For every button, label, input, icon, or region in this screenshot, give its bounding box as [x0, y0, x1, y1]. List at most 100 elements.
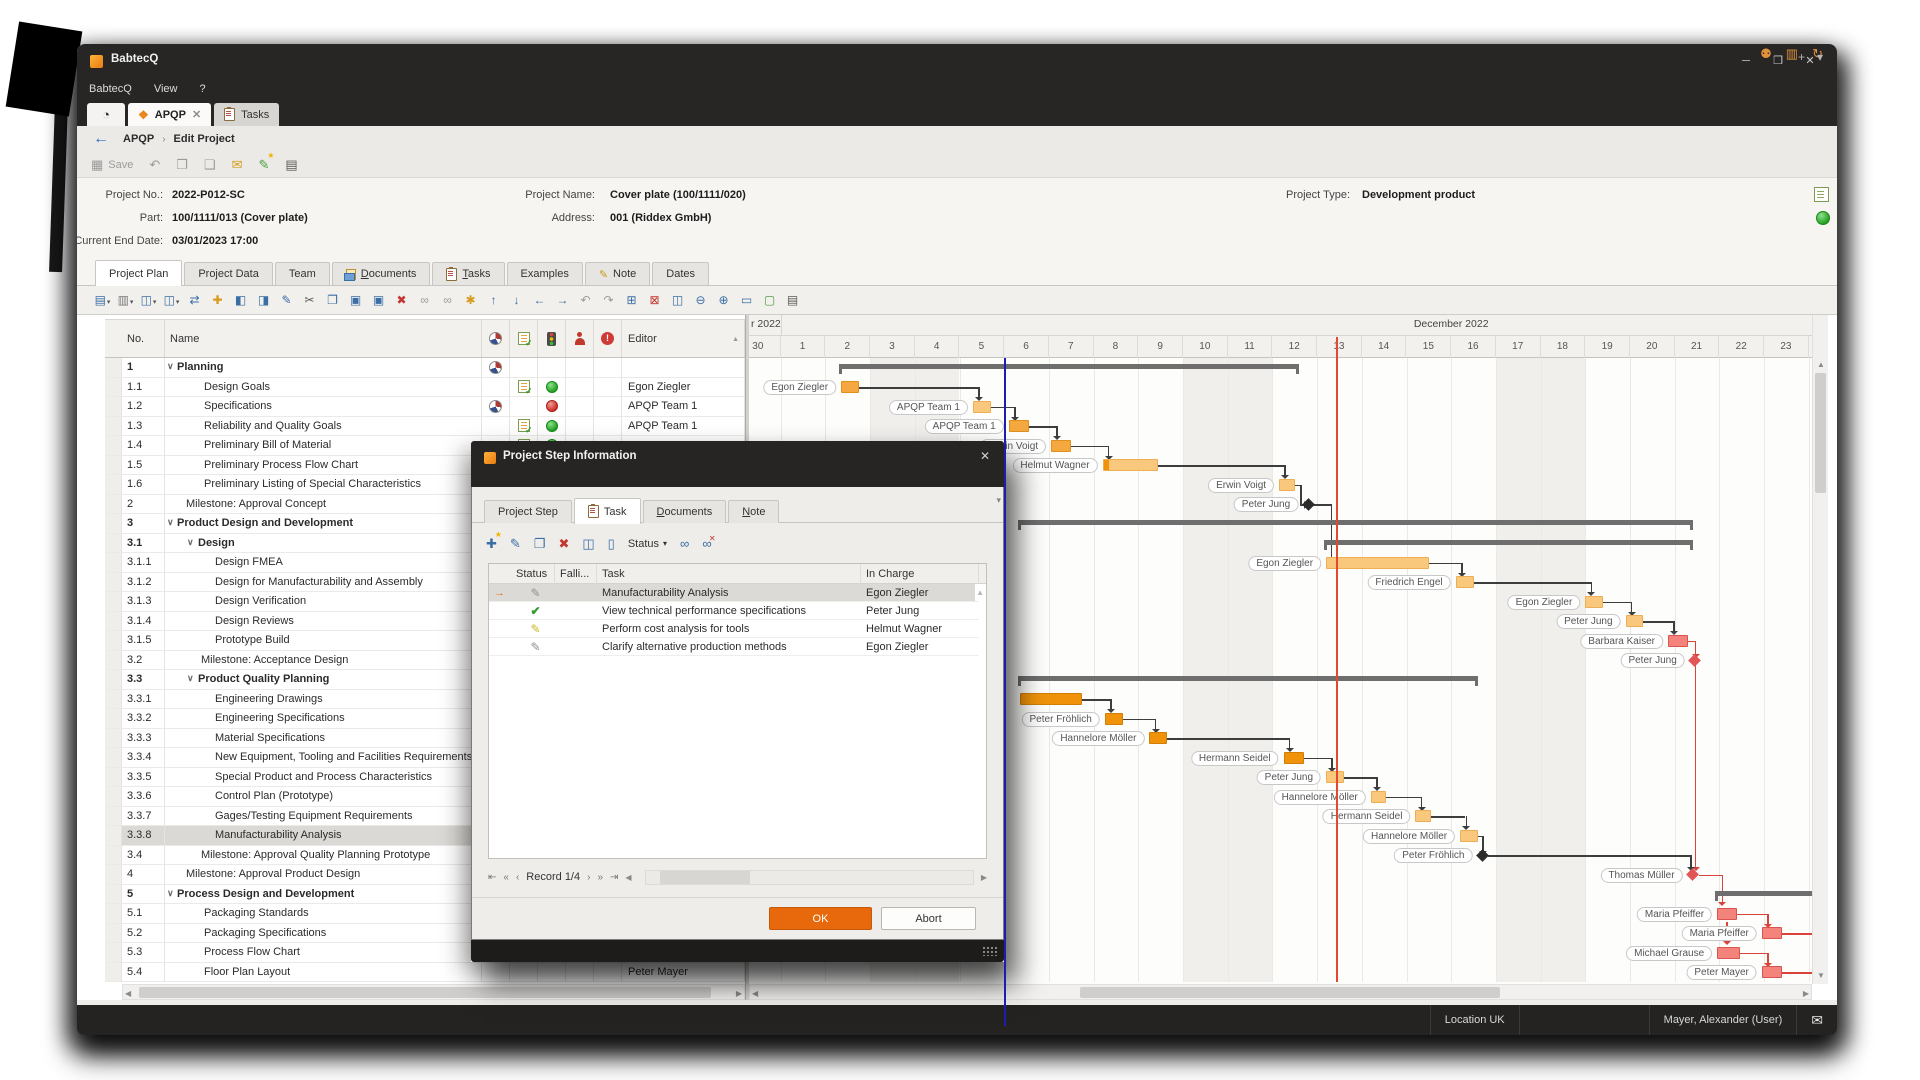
- tab-documents[interactable]: Documents: [332, 262, 431, 285]
- move-left-icon[interactable]: ←: [528, 293, 551, 307]
- link-icon[interactable]: ∞: [413, 293, 436, 307]
- tab-list-icon[interactable]: ▾: [1817, 50, 1823, 64]
- undo-icon[interactable]: ↶: [574, 293, 597, 307]
- task-bar[interactable]: [1279, 479, 1295, 491]
- delete-task-icon[interactable]: ✖: [558, 536, 569, 552]
- form-icon[interactable]: [1814, 187, 1829, 202]
- edit-step-icon[interactable]: ✎: [275, 293, 298, 307]
- column-header-no[interactable]: No.: [122, 320, 165, 357]
- tab-tasks[interactable]: Tasks: [432, 262, 504, 285]
- collapse-all-icon[interactable]: ⊠: [643, 293, 666, 307]
- task-bar[interactable]: [1103, 459, 1159, 471]
- tab-note[interactable]: ✎Note: [585, 262, 650, 285]
- summary-bar[interactable]: [1324, 540, 1693, 545]
- task-bar[interactable]: [1460, 830, 1478, 842]
- dialog-close-icon[interactable]: ✕: [980, 449, 990, 463]
- scroll-down-icon[interactable]: ▼: [1817, 971, 1825, 980]
- scroll-left-icon[interactable]: ◀: [125, 989, 131, 998]
- scroll-left-icon[interactable]: ◀: [752, 989, 758, 998]
- copy-task-icon[interactable]: ❐: [534, 536, 546, 552]
- zoom-in-icon[interactable]: ⊕: [712, 293, 735, 307]
- status-filter-button[interactable]: Status▾: [628, 538, 667, 550]
- card-view-icon[interactable]: ▯: [608, 536, 615, 552]
- gallery-view-icon[interactable]: ◫▾: [137, 293, 160, 307]
- expand-all-icon[interactable]: ⊞: [620, 293, 643, 307]
- scroll-right-icon[interactable]: ▶: [1803, 989, 1809, 998]
- menu-view[interactable]: View: [154, 83, 178, 95]
- gantt-horizontal-scrollbar[interactable]: ◀ ▶: [749, 984, 1812, 1000]
- traffic-light-column-icon[interactable]: [547, 332, 556, 346]
- paste-icon[interactable]: ▣: [344, 293, 367, 307]
- minimize-button[interactable]: ─: [1733, 50, 1759, 72]
- scroll-up-icon[interactable]: ▲: [1817, 360, 1825, 369]
- dialog-tab-documents[interactable]: Documents: [643, 500, 727, 523]
- new-note-icon[interactable]: ✎: [259, 157, 270, 173]
- dialog-tab-note[interactable]: Note: [728, 500, 779, 523]
- task-bar[interactable]: [1009, 420, 1029, 432]
- dialog-task-row[interactable]: →✎Manufacturability AnalysisEgon Ziegler: [489, 584, 975, 602]
- task-bar[interactable]: [1456, 576, 1474, 588]
- task-bar[interactable]: [841, 381, 859, 393]
- move-up-icon[interactable]: ↑: [482, 293, 505, 307]
- summary-bar[interactable]: [1018, 676, 1478, 681]
- toolbar-overflow-icon[interactable]: ▾: [996, 495, 1001, 506]
- nav-scroll-left-icon[interactable]: ◀: [625, 873, 631, 882]
- print-icon[interactable]: ▤: [285, 157, 297, 173]
- view-mode-icon[interactable]: ▤▾: [91, 293, 114, 307]
- progress-column-icon[interactable]: [489, 332, 502, 345]
- back-icon[interactable]: ←: [93, 130, 109, 148]
- task-bar[interactable]: [1415, 810, 1431, 822]
- menu-?[interactable]: ?: [199, 83, 205, 95]
- delete-icon[interactable]: ✖: [390, 293, 413, 307]
- task-bar[interactable]: [973, 401, 991, 413]
- column-header-name[interactable]: Name: [165, 320, 482, 357]
- move-down-icon[interactable]: ↓: [505, 293, 528, 307]
- book-view-icon[interactable]: ◫: [582, 536, 594, 552]
- insert-before-icon[interactable]: ◧: [229, 293, 252, 307]
- task-row-1.3[interactable]: 1.3Reliability and Quality GoalsAPQP Tea…: [105, 417, 745, 437]
- unlink-task-icon[interactable]: ∞: [702, 536, 711, 551]
- tab-examples[interactable]: Examples: [507, 262, 583, 285]
- scroll-right-icon[interactable]: ▶: [736, 989, 742, 998]
- first-record-icon[interactable]: ⇤: [488, 872, 496, 883]
- sync-icon[interactable]: ⇄: [183, 293, 206, 307]
- ok-button[interactable]: OK: [769, 907, 872, 930]
- unlink-icon[interactable]: ∞: [436, 293, 459, 307]
- cut-icon[interactable]: ✂: [298, 293, 321, 307]
- task-bar[interactable]: [1626, 615, 1644, 627]
- column-header-editor[interactable]: Editor: [622, 320, 745, 357]
- dialog-column-falli[interactable]: Falli...: [555, 564, 597, 584]
- mail-icon[interactable]: ✉: [1796, 1005, 1837, 1035]
- task-row-1.2[interactable]: 1.2SpecificationsAPQP Team 1: [105, 397, 745, 417]
- task-bar[interactable]: [1284, 752, 1304, 764]
- task-bar[interactable]: [1371, 791, 1387, 803]
- team-icon[interactable]: ⚉: [1760, 46, 1772, 62]
- status-view-icon[interactable]: ▥▾: [114, 293, 137, 307]
- add-task-icon[interactable]: ✚: [486, 536, 497, 552]
- task-bar[interactable]: [1762, 927, 1782, 939]
- breadcrumb-section[interactable]: APQP: [123, 133, 154, 145]
- print-icon[interactable]: ▤: [781, 293, 804, 307]
- link-task-icon[interactable]: ∞: [680, 536, 689, 551]
- task-bar[interactable]: [1105, 713, 1123, 725]
- last-record-icon[interactable]: ⇥: [610, 872, 618, 883]
- doc-tab-apqp[interactable]: ❖APQP✕: [128, 103, 211, 126]
- send-mail-icon[interactable]: ✉: [232, 157, 243, 173]
- tab-project-plan[interactable]: Project Plan: [95, 260, 182, 286]
- tab-dates[interactable]: Dates: [652, 262, 709, 285]
- abort-button[interactable]: Abort: [881, 907, 976, 930]
- add-tab-icon[interactable]: +: [1798, 50, 1805, 64]
- dialog-column-task[interactable]: Task: [597, 564, 861, 584]
- dialog-task-row[interactable]: ✎Perform cost analysis for toolsHelmut W…: [489, 620, 975, 638]
- task-bar[interactable]: [1020, 693, 1083, 705]
- timescale-icon[interactable]: ▭: [735, 293, 758, 307]
- task-bar[interactable]: [1762, 966, 1782, 978]
- edit-task-icon[interactable]: ✎: [510, 536, 521, 552]
- task-row-1.1[interactable]: 1.1Design GoalsEgon Ziegler: [105, 378, 745, 398]
- responsible-column-icon[interactable]: [574, 332, 586, 345]
- nav-scrollbar[interactable]: [645, 870, 974, 885]
- gantt-vertical-scrollbar[interactable]: ▲ ▼: [1812, 315, 1828, 984]
- task-bar[interactable]: [1585, 596, 1603, 608]
- dialog-tab-project-step[interactable]: Project Step: [484, 500, 572, 523]
- dialog-task-row[interactable]: ✎Clarify alternative production methodsE…: [489, 638, 975, 656]
